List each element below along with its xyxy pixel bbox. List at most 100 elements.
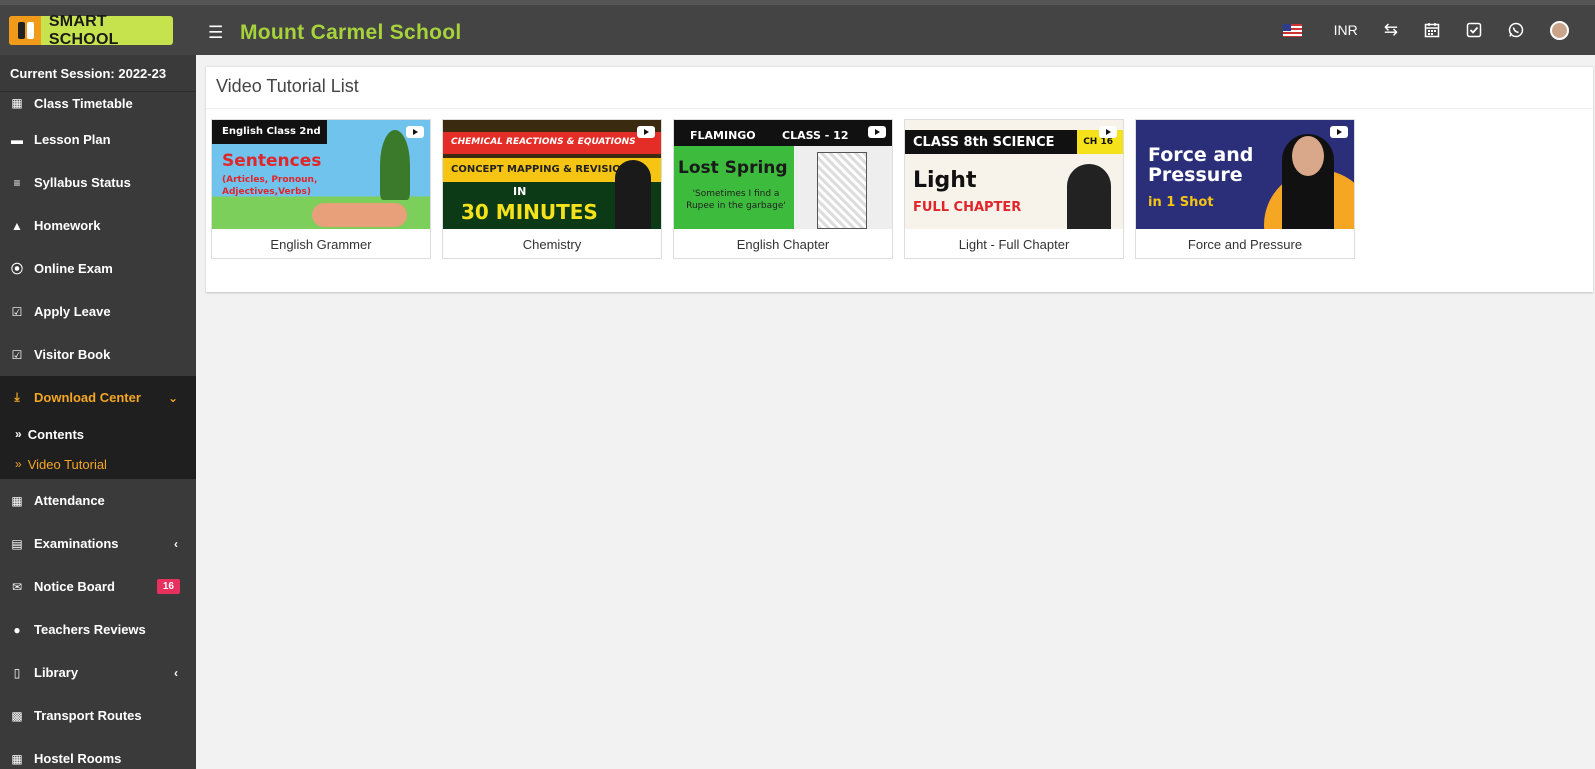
thumb-text: English Class 2nd [222, 126, 321, 137]
thumb-text: CLASS 8th SCIENCE [913, 135, 1055, 150]
chevron-left-icon: ‹ [174, 665, 178, 680]
sidebar-item-label: Library [34, 665, 79, 680]
check-square-icon: ☑ [11, 347, 23, 362]
video-thumbnail[interactable]: English Class 2nd Sentences (Articles, P… [212, 120, 430, 229]
sidebar-item-label: Online Exam [34, 261, 113, 276]
thumb-text: Force and [1148, 144, 1254, 166]
calendar-plus-icon: ▦ [11, 96, 23, 110]
sidebar-item-label: Class Timetable [34, 95, 133, 111]
sidebar-item-syllabus-status[interactable]: ≡ Syllabus Status [0, 161, 196, 204]
calendar-icon[interactable] [1424, 22, 1440, 38]
chevron-down-icon: ⌄ [167, 390, 178, 405]
book-icon: ▯ [13, 665, 21, 680]
sidebar-subitem-label: Video Tutorial [27, 456, 107, 472]
video-thumbnail[interactable]: CHEMICAL REACTIONS & EQUATIONS CONCEPT M… [443, 120, 661, 229]
flag-us-icon[interactable] [1282, 23, 1302, 37]
video-thumbnail[interactable]: FLAMINGO CLASS - 12 Lost Spring 'Sometim… [674, 120, 892, 229]
video-title: English Grammer [270, 237, 372, 252]
envelope-icon: ✉ [11, 579, 23, 594]
sidebar: Current Session: 2022-23 ▦ Class Timetab… [0, 55, 196, 769]
video-thumbnail[interactable]: CLASS 8th SCIENCE CH 16 Light FULL CHAPT… [905, 120, 1123, 229]
sidebar-item-teachers-reviews[interactable]: ● Teachers Reviews [0, 608, 196, 651]
sidebar-item-label: Examinations [34, 536, 119, 551]
youtube-play-icon [1099, 126, 1117, 138]
sidebar-item-label: Homework [34, 218, 101, 233]
thumb-text: IN [513, 185, 527, 198]
video-card-chemistry[interactable]: CHEMICAL REACTIONS & EQUATIONS CONCEPT M… [442, 119, 662, 259]
book-logo-icon [9, 16, 41, 45]
sidebar-item-label: Lesson Plan [34, 132, 111, 147]
thumb-text: 30 MINUTES [461, 200, 598, 224]
sidebar-item-label: Download Center [34, 390, 141, 405]
sidebar-item-lesson-plan[interactable]: ▬ Lesson Plan [0, 118, 196, 161]
sidebar-item-label: Hostel Rooms [34, 751, 122, 766]
exchange-icon[interactable]: ⇆ [1384, 20, 1398, 40]
sidebar-subitem-label: Contents [27, 426, 85, 442]
double-chevron-right-icon: » [15, 457, 22, 471]
sidebar-item-apply-leave[interactable]: ☑ Apply Leave [0, 290, 196, 333]
user-avatar[interactable] [1550, 20, 1569, 40]
thumb-text: CLASS - 12 [782, 129, 849, 142]
current-session: Current Session: 2022-23 [0, 55, 196, 92]
menu-icon[interactable]: ☰ [208, 24, 223, 41]
video-card-english-grammer[interactable]: English Class 2nd Sentences (Articles, P… [211, 119, 431, 259]
top-navbar: SMART SCHOOL ☰ Mount Carmel School INR ⇆ [0, 0, 1595, 55]
thumb-text: in 1 Shot [1148, 195, 1214, 210]
sidebar-item-label: Notice Board [34, 579, 115, 594]
thumb-text: Pressure [1148, 164, 1243, 186]
youtube-play-icon [1330, 126, 1348, 138]
video-title: Chemistry [522, 237, 582, 252]
chevron-left-icon: ‹ [174, 536, 178, 551]
thumb-text: (Articles, Pronoun, Adjectives,Verbs) [222, 175, 318, 197]
thumb-text: 'Sometimes I find a Rupee in the garbage… [686, 189, 786, 211]
whatsapp-icon[interactable] [1508, 22, 1524, 38]
youtube-play-icon [637, 126, 655, 138]
thumb-text: FULL CHAPTER [913, 200, 1022, 215]
logo-text: SMART SCHOOL [48, 12, 119, 48]
thumb-text: FLAMINGO [690, 129, 756, 142]
video-title: Force and Pressure [1187, 237, 1303, 252]
keyboard-icon: ▬ [11, 132, 23, 147]
sidebar-item-label: Apply Leave [34, 304, 111, 319]
notice-count-badge: 16 [156, 579, 180, 594]
sidebar-item-transport-routes[interactable]: ▩ Transport Routes [0, 694, 196, 737]
video-card-force-and-pressure[interactable]: Force and Pressure in 1 Shot Force and P… [1135, 119, 1355, 259]
double-chevron-right-icon: » [15, 427, 22, 441]
sidebar-item-hostel-rooms[interactable]: ▦ Hostel Rooms [0, 737, 196, 769]
sidebar-item-notice-board[interactable]: ✉ Notice Board 16 [0, 565, 196, 608]
sidebar-item-attendance[interactable]: ▦ Attendance [0, 479, 196, 522]
sidebar-item-examinations[interactable]: ▤ Examinations ‹ [0, 522, 196, 565]
flask-icon: ▲ [11, 218, 23, 233]
video-thumbnail[interactable]: Force and Pressure in 1 Shot [1136, 120, 1354, 229]
sidebar-item-label: Visitor Book [34, 347, 111, 362]
video-card-light-full-chapter[interactable]: CLASS 8th SCIENCE CH 16 Light FULL CHAPT… [904, 119, 1124, 259]
sidebar-item-online-exam[interactable]: ⦿ Online Exam [0, 247, 196, 290]
download-center-submenu: » Contents » Video Tutorial [0, 419, 196, 479]
list-icon: ≡ [13, 175, 21, 190]
sidebar-item-library[interactable]: ▯ Library ‹ [0, 651, 196, 694]
check-square-icon[interactable] [1466, 22, 1482, 38]
sidebar-item-class-timetable[interactable]: ▦ Class Timetable [0, 88, 196, 118]
app-logo[interactable]: SMART SCHOOL [9, 13, 173, 48]
thumb-text: CH 16 [1083, 137, 1113, 147]
thumb-text: CHEMICAL REACTIONS & EQUATIONS [451, 137, 636, 147]
sidebar-item-label: Syllabus Status [34, 175, 131, 190]
sidebar-subitem-contents[interactable]: » Contents [0, 419, 196, 449]
video-title: English Chapter [736, 237, 830, 252]
sidebar-item-visitor-book[interactable]: ☑ Visitor Book [0, 333, 196, 376]
bus-icon: ▩ [11, 708, 23, 723]
currency-selector[interactable]: INR [1334, 22, 1358, 38]
thumb-text: Lost Spring [678, 158, 788, 178]
calendar-check-icon: ▦ [11, 493, 23, 508]
page-title: Video Tutorial List [206, 67, 1593, 109]
video-card-english-chapter[interactable]: FLAMINGO CLASS - 12 Lost Spring 'Sometim… [673, 119, 893, 259]
thumb-text: CONCEPT MAPPING & REVISION [451, 164, 630, 175]
rss-icon: ⦿ [10, 262, 23, 276]
video-card-list: English Class 2nd Sentences (Articles, P… [211, 119, 1366, 259]
sidebar-item-download-center[interactable]: ⤓ Download Center ⌄ [0, 376, 196, 419]
sidebar-item-homework[interactable]: ▲ Homework [0, 204, 196, 247]
download-icon: ⤓ [14, 390, 20, 404]
school-name: Mount Carmel School [240, 21, 462, 44]
sidebar-subitem-video-tutorial[interactable]: » Video Tutorial [0, 449, 196, 479]
top-icons: INR ⇆ [1257, 5, 1595, 55]
